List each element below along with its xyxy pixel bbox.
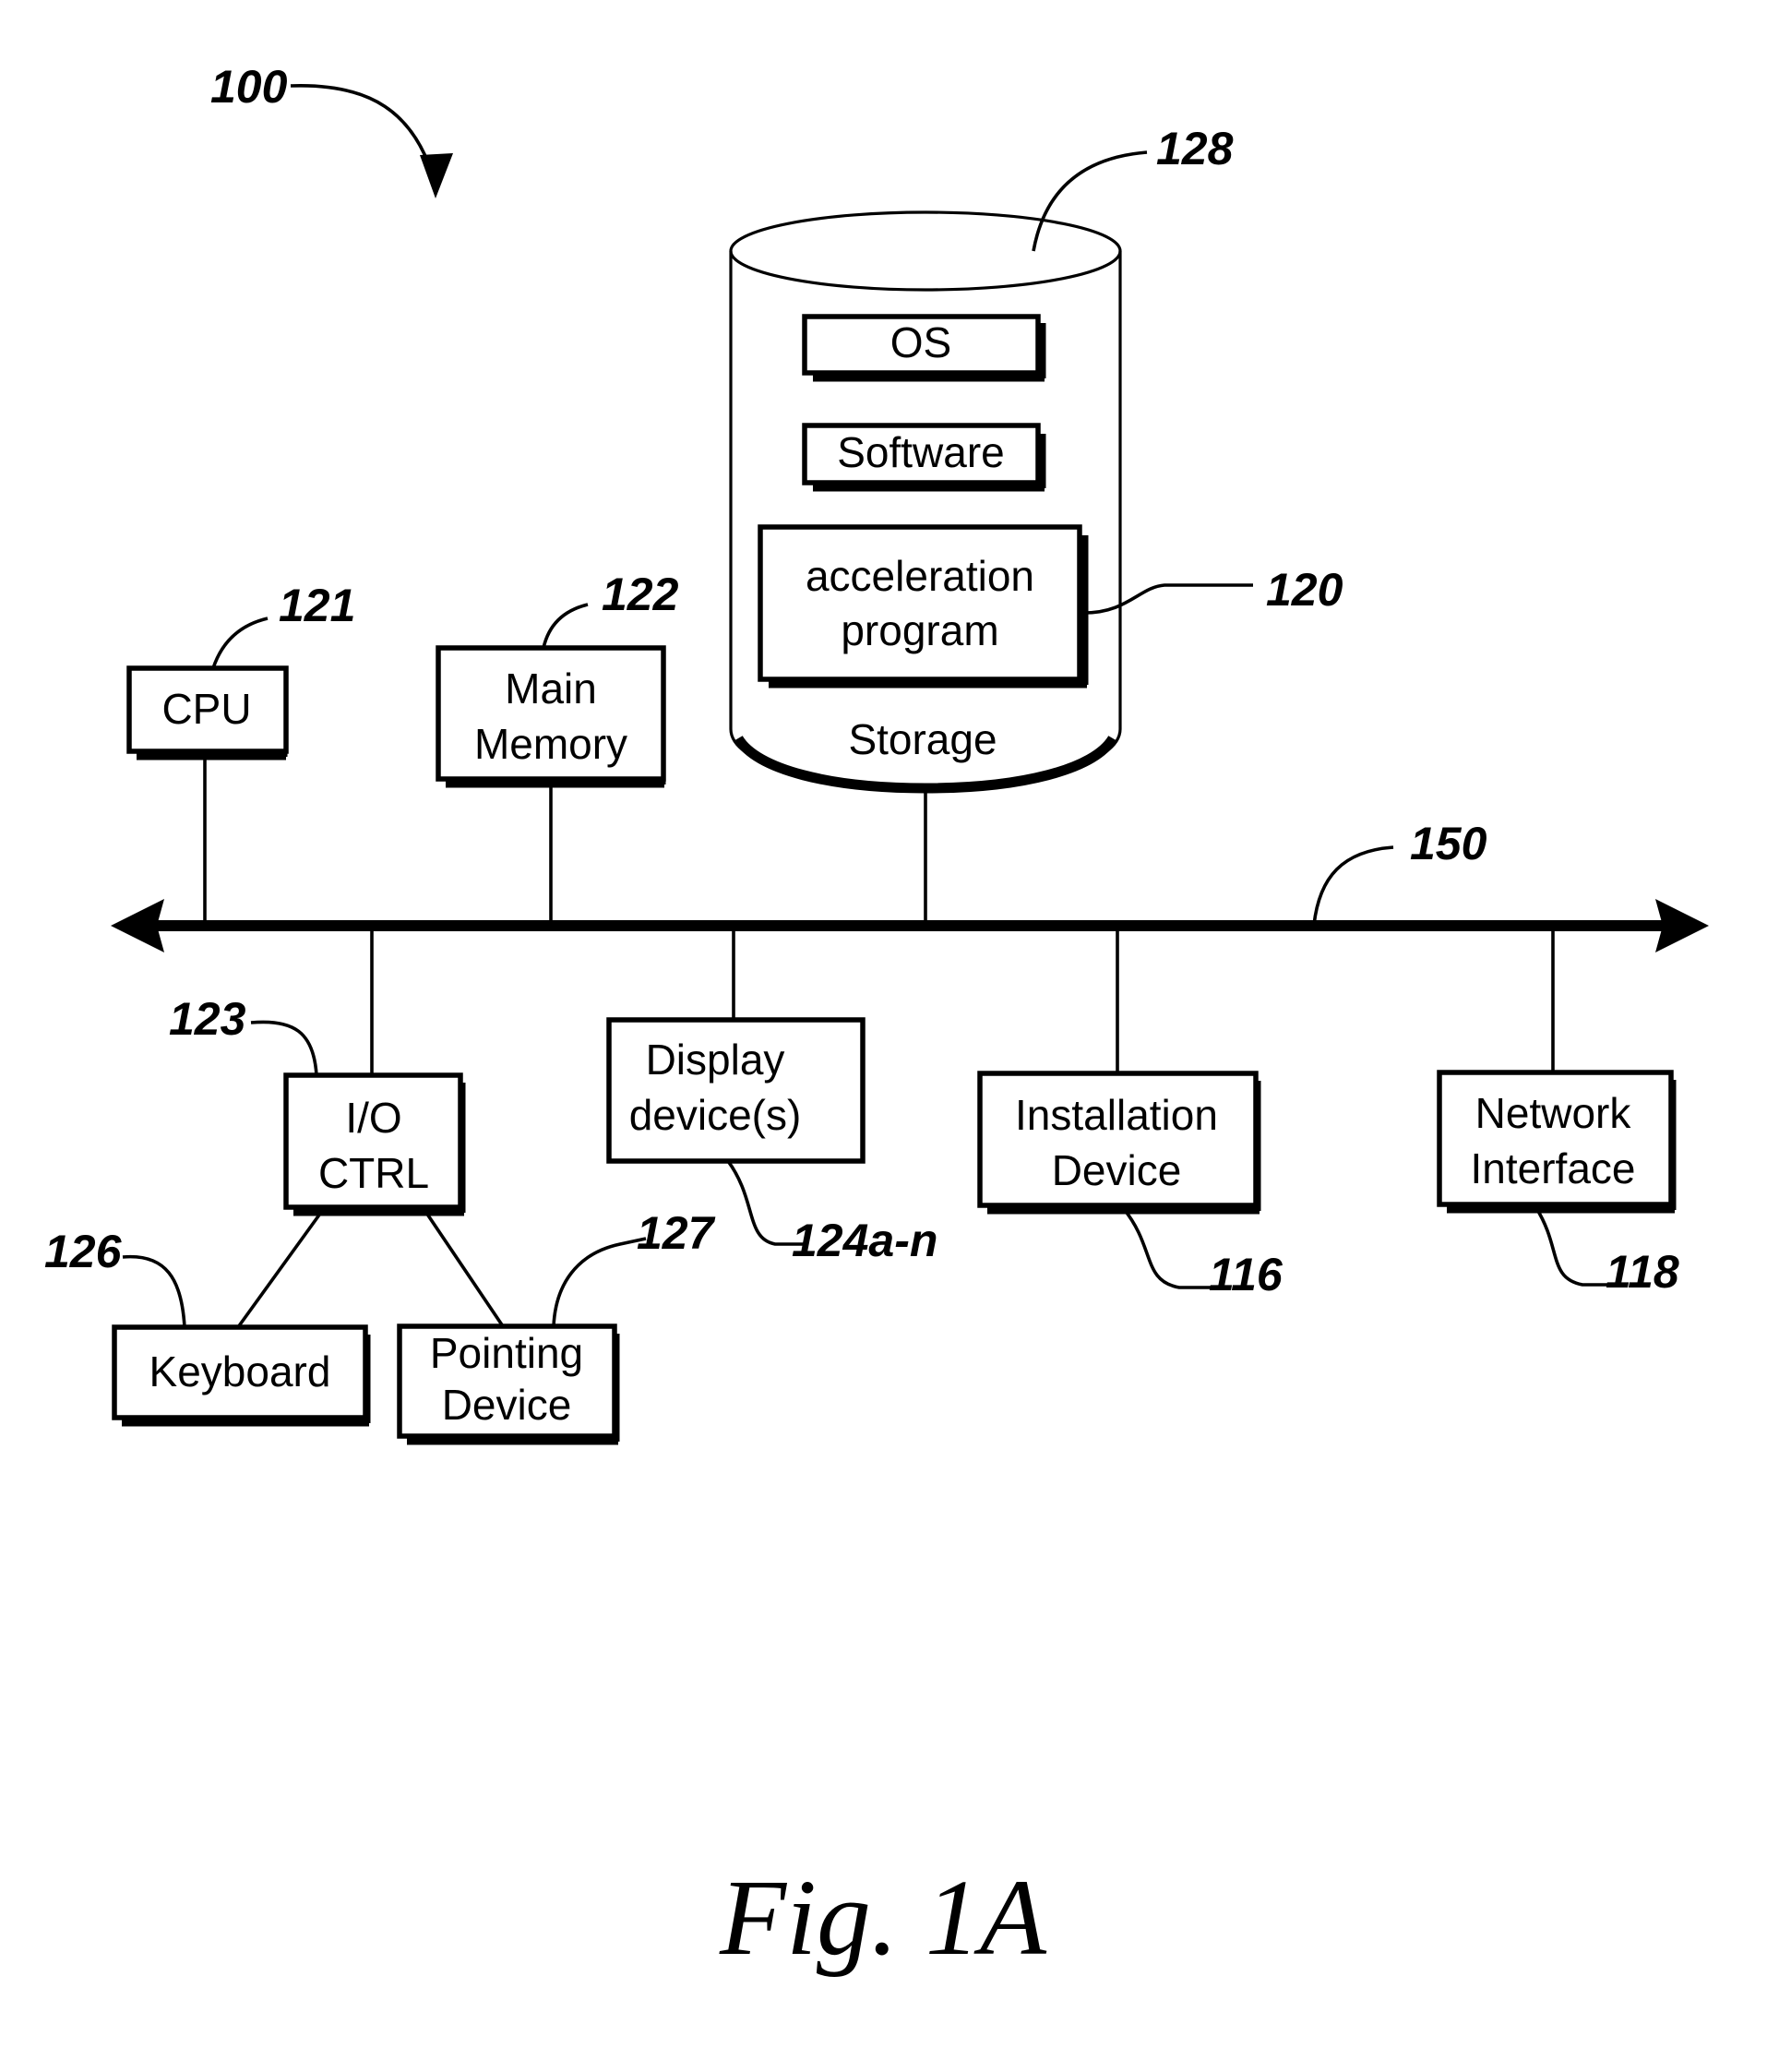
storage-os-label: OS (890, 318, 951, 366)
main-memory-ref-leader (542, 603, 589, 649)
storage-ref-leader (1032, 150, 1148, 252)
ref-121: 121 (279, 580, 355, 631)
ref-116: 116 (1209, 1249, 1283, 1300)
pointing-device-label-line1: Pointing (430, 1329, 583, 1377)
ref-100: 100 (210, 61, 288, 113)
ref-118: 118 (1606, 1246, 1679, 1298)
pointing-device-label-line2: Device (442, 1381, 572, 1429)
storage-label: Storage (848, 715, 997, 763)
io-ctrl-ref-leader (250, 1020, 318, 1076)
display-device-label-line1: Display (646, 1036, 785, 1084)
io-ctrl-label-line1: I/O (345, 1094, 401, 1142)
connector-io-ctrl-keyboard (236, 1205, 327, 1329)
storage-acceleration-program-label-line2: program (841, 606, 998, 654)
network-interface-label-line2: Interface (1471, 1144, 1636, 1192)
ref-120: 120 (1266, 564, 1343, 616)
main-memory-label-line1: Main (505, 665, 597, 713)
ref-122: 122 (602, 569, 679, 620)
cpu-label: CPU (161, 685, 251, 733)
storage-software-label: Software (837, 428, 1005, 476)
system-ref-leader (290, 84, 453, 198)
ref-128: 128 (1156, 123, 1234, 174)
display-device-label-line2: device(s) (629, 1091, 802, 1139)
network-interface-label-line1: Network (1475, 1089, 1632, 1137)
ref-127: 127 (637, 1207, 716, 1259)
bus-ref-leader (1312, 845, 1394, 926)
ref-150: 150 (1410, 818, 1487, 869)
cpu-ref-leader (211, 617, 269, 669)
storage-acceleration-program-label-line1: acceleration (806, 552, 1034, 600)
storage-cylinder (729, 210, 1122, 794)
io-ctrl-label-line2: CTRL (318, 1149, 429, 1197)
acceleration-program-ref-leader (1083, 583, 1253, 615)
patent-figure-1a: 100 128 OS Software acceleration program… (0, 0, 1767, 2072)
ref-123: 123 (169, 993, 246, 1045)
installation-device-label-line1: Installation (1015, 1091, 1218, 1139)
ref-126: 126 (44, 1226, 123, 1277)
system-bus (111, 899, 1709, 952)
ref-124a-n: 124a-n (792, 1215, 937, 1266)
installation-device-ref-leader (1122, 1207, 1216, 1289)
keyboard-ref-leader (122, 1254, 186, 1328)
keyboard-label: Keyboard (149, 1347, 331, 1395)
connector-io-ctrl-pointing-device (421, 1205, 505, 1328)
network-interface-ref-leader (1534, 1207, 1613, 1287)
figure-caption: Fig. 1A (719, 1857, 1047, 1978)
pointing-device-ref-leader (552, 1237, 647, 1327)
system-block-diagram: 100 128 OS Software acceleration program… (44, 61, 1709, 1978)
main-memory-label-line2: Memory (474, 720, 627, 768)
installation-device-label-line2: Device (1052, 1146, 1182, 1194)
